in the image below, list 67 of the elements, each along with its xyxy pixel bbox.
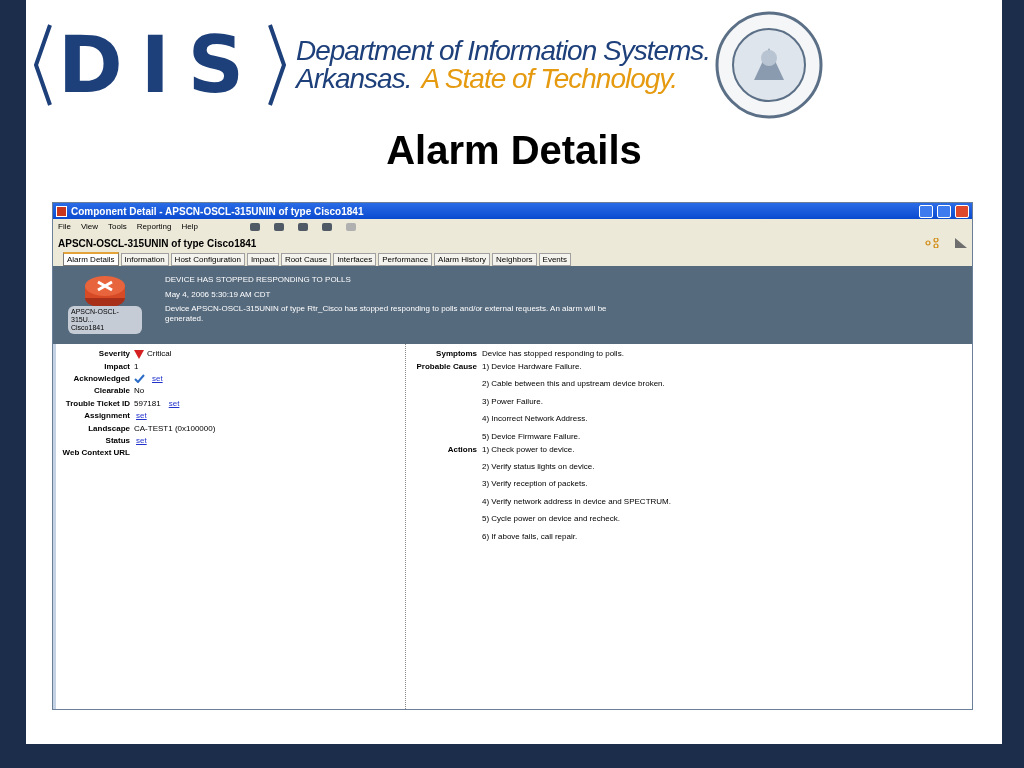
alarm-timestamp: May 4, 2006 5:30:19 AM CDT xyxy=(165,289,272,301)
info-line: 2) Cable between this and upstream device broken. xyxy=(482,378,665,391)
field-label: Landscape xyxy=(87,422,131,435)
field-label: Trouble Ticket ID xyxy=(64,397,131,410)
state-name: Arkansas. xyxy=(295,65,412,93)
tab[interactable]: Information xyxy=(120,253,169,266)
field-label: Clearable xyxy=(92,385,131,398)
slide-title: Alarm Details xyxy=(386,130,642,170)
set-link[interactable]: set xyxy=(152,372,163,385)
slogan: A State of Technology. xyxy=(421,65,678,93)
field-value: CA-TEST1 (0x100000) xyxy=(134,422,216,435)
info-line: 4) Verify network address in device and SPECTRUM. xyxy=(482,495,671,508)
info-line: 2) Verify status lights on device. xyxy=(482,460,596,473)
restore-button[interactable] xyxy=(937,204,951,218)
field-value: Critical xyxy=(147,348,172,361)
alarm-message: Device APSCN-OSCL-315UNIN of type Rtr_Cisco has stopped responding to polls and/or external requests. An alarm will be generated. xyxy=(165,304,608,324)
tab[interactable]: Alarm History xyxy=(434,253,491,266)
section-label: Symptoms xyxy=(435,348,478,360)
info-line: 6) If above fails, call repair. xyxy=(482,530,579,543)
menu-item[interactable]: View xyxy=(80,221,99,233)
tab[interactable]: Host Configuration xyxy=(170,253,245,266)
logo: DIS xyxy=(58,26,262,104)
menu-item[interactable]: File xyxy=(58,221,71,233)
info-line: 3) Power Failure. xyxy=(482,395,544,408)
info-line: 3) Verify reception of packets. xyxy=(482,478,589,491)
info-line: Device has stopped responding to polls. xyxy=(482,348,624,360)
field-label: Impact xyxy=(103,360,131,373)
org-name: Department of Information Systems. xyxy=(295,37,711,65)
field-value: No xyxy=(134,385,145,398)
field-value: 597181 xyxy=(134,397,161,410)
info-line: 5) Cycle power on device and recheck. xyxy=(482,513,621,526)
window-title: Component Detail - APSCN-OSCL-315UNIN of type Cisco1841 xyxy=(71,204,365,219)
section-label: Actions xyxy=(446,443,478,456)
field-label: Severity xyxy=(97,348,131,361)
section-label: Probable Cause xyxy=(415,361,478,373)
tab[interactable]: Performance xyxy=(378,253,433,266)
app-icon xyxy=(56,205,67,217)
tab[interactable]: Neighbors xyxy=(492,253,537,266)
tab[interactable]: Alarm Details xyxy=(63,252,119,266)
info-line: 1) Check power to device. xyxy=(482,443,576,456)
close-button[interactable] xyxy=(955,204,969,218)
left-chevron-icon xyxy=(32,23,54,107)
info-line: 4) Incorrect Network Address. xyxy=(482,413,589,426)
minimize-button[interactable] xyxy=(919,204,933,218)
menu-item[interactable]: Reporting xyxy=(136,221,172,233)
menu-item[interactable]: Help xyxy=(181,221,198,233)
info-line: 1) Device Hardware Failure. xyxy=(482,361,583,373)
alarm-headline: DEVICE HAS STOPPED RESPONDING TO POLLS xyxy=(165,274,352,286)
menu-item[interactable]: Tools xyxy=(108,221,127,233)
severity-icon xyxy=(134,349,144,359)
tab[interactable]: Interfaces xyxy=(333,253,377,266)
right-chevron-icon xyxy=(265,23,288,107)
set-link[interactable]: set xyxy=(168,397,180,410)
field-label: Status xyxy=(104,434,131,447)
field-label: Assignment xyxy=(83,410,131,423)
field-label: Web Context URL xyxy=(61,447,131,460)
field-label: Acknowledged xyxy=(72,372,131,385)
tab[interactable]: Events xyxy=(538,253,572,266)
triangle-icon[interactable] xyxy=(955,238,967,248)
set-link[interactable]: set xyxy=(136,434,147,447)
info-line: 5) Device Firmware Failure. xyxy=(482,430,582,443)
seal-icon xyxy=(714,10,825,120)
component-title: APSCN-OSCL-315UNIN of type Cisco1841 xyxy=(58,236,258,251)
field-value: 1 xyxy=(134,360,139,373)
tab[interactable]: Impact xyxy=(246,253,279,266)
set-link[interactable]: set xyxy=(136,410,147,423)
tab[interactable]: Root Cause xyxy=(280,253,332,266)
